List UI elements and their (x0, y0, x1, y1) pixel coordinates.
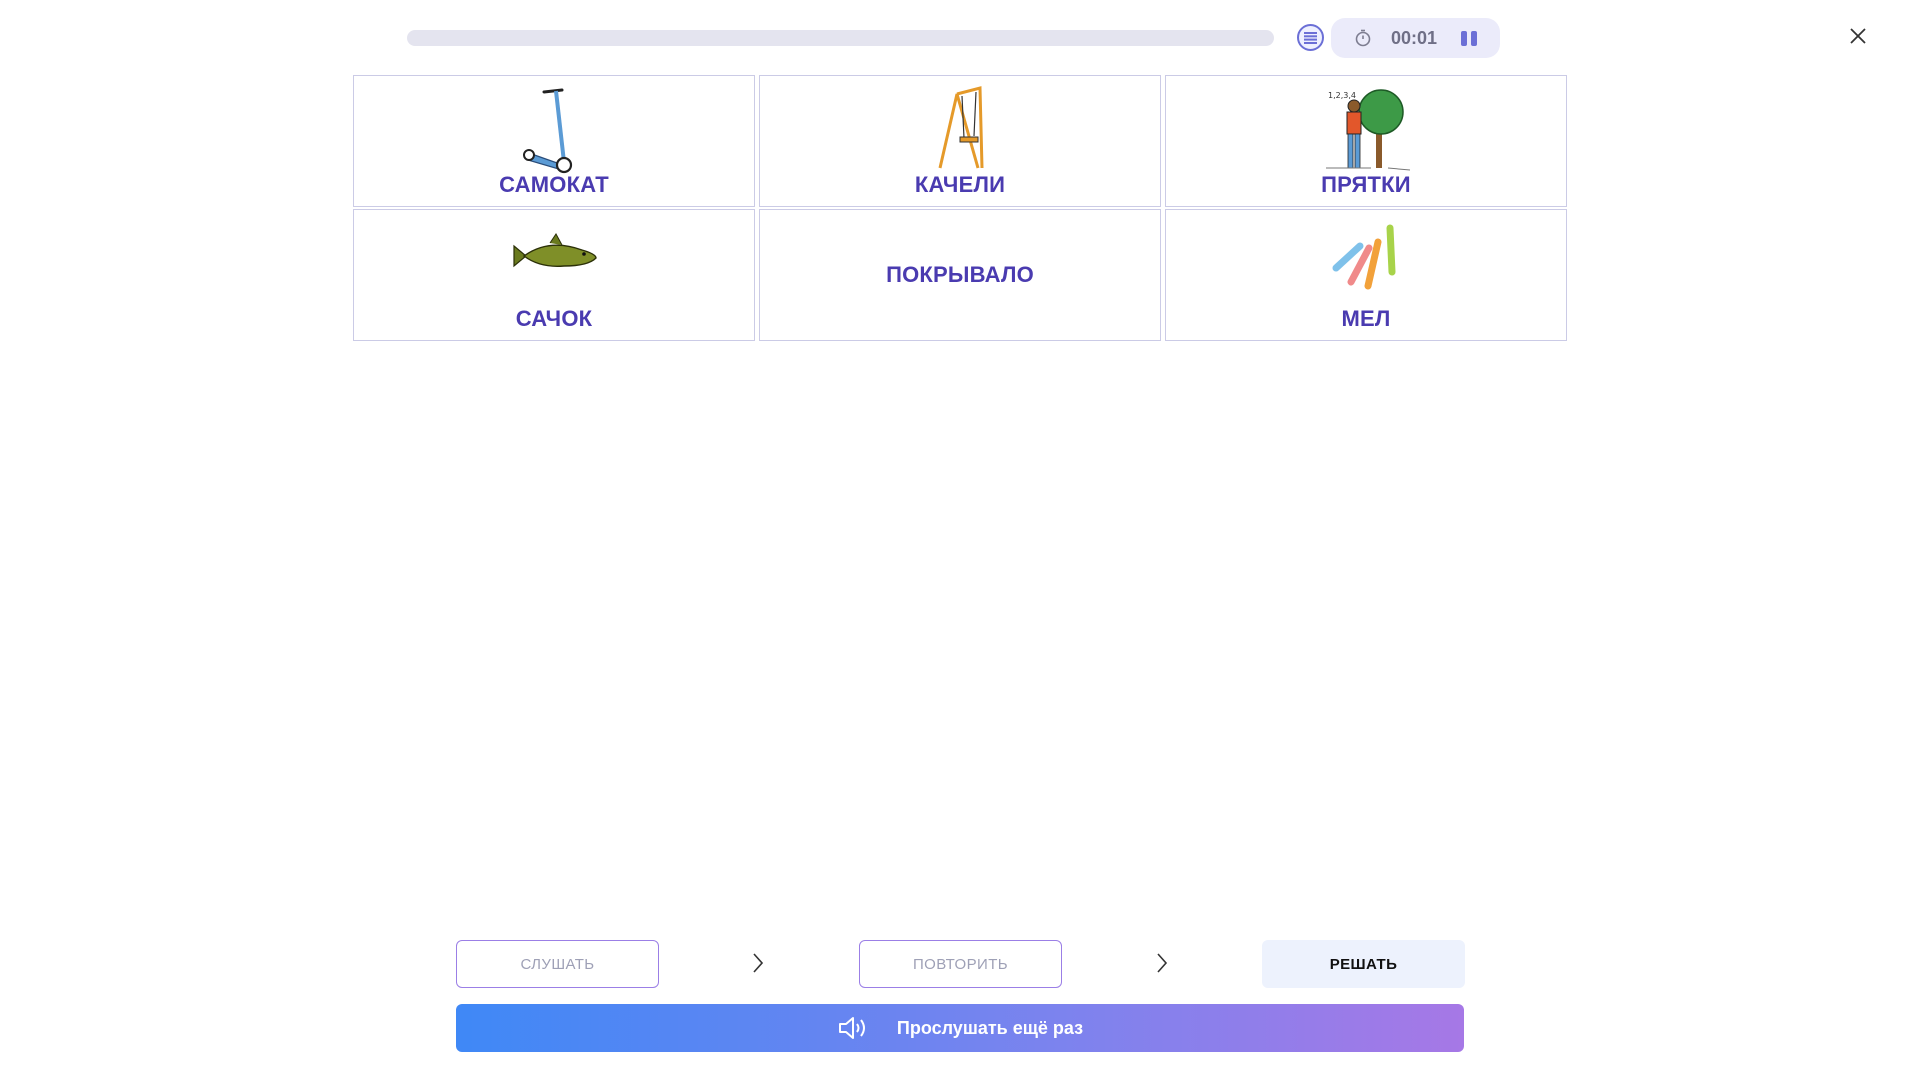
listen-again-button[interactable]: Прослушать ещё раз (456, 1004, 1464, 1052)
pause-button[interactable] (1457, 26, 1481, 50)
fish-icon (513, 233, 597, 268)
card-label: САЧОК (515, 306, 593, 331)
scooter-icon (523, 88, 573, 174)
card-hide-and-seek[interactable]: 1,2,3,4 ПРЯТКИ (1165, 75, 1567, 207)
card-label: ПРЯТКИ (1321, 172, 1411, 197)
svg-text:1,2,3,4: 1,2,3,4 (1328, 91, 1356, 100)
speaker-icon (838, 1017, 865, 1039)
listen-step-button[interactable]: СЛУШАТЬ (456, 940, 659, 988)
card-scooter[interactable]: САМОКАТ (353, 75, 755, 207)
card-label: МЕЛ (1341, 306, 1391, 331)
hide-and-seek-icon: 1,2,3,4 (1326, 89, 1411, 171)
stopwatch-icon (1355, 29, 1371, 47)
card-label: САМОКАТ (499, 172, 609, 197)
repeat-step-button[interactable]: ПОВТОРИТЬ (859, 940, 1062, 988)
chevron-right-icon (1157, 953, 1168, 973)
timer-value: 00:01 (1391, 28, 1438, 48)
pause-icon (1461, 30, 1467, 46)
listen-again-label: Прослушать ещё раз (896, 1017, 1084, 1038)
swing-icon (938, 86, 984, 169)
card-label: ПОКРЫВАЛО (886, 262, 1034, 287)
solve-step-button[interactable]: РЕШАТЬ (1262, 940, 1465, 988)
close-icon[interactable] (1846, 24, 1870, 48)
task-list-button[interactable] (1297, 24, 1324, 51)
chalk-icon (1332, 224, 1396, 290)
card-chalk[interactable]: МЕЛ (1165, 209, 1567, 341)
progress-bar (407, 30, 1274, 46)
list-icon (1304, 31, 1317, 44)
card-fish[interactable]: САЧОК (353, 209, 755, 341)
card-label: КАЧЕЛИ (914, 172, 1006, 197)
card-swing[interactable]: КАЧЕЛИ (759, 75, 1161, 207)
chevron-right-icon (753, 953, 764, 973)
timer: 00:01 (1331, 18, 1500, 58)
card-blanket[interactable]: ПОКРЫВАЛО (759, 209, 1161, 341)
